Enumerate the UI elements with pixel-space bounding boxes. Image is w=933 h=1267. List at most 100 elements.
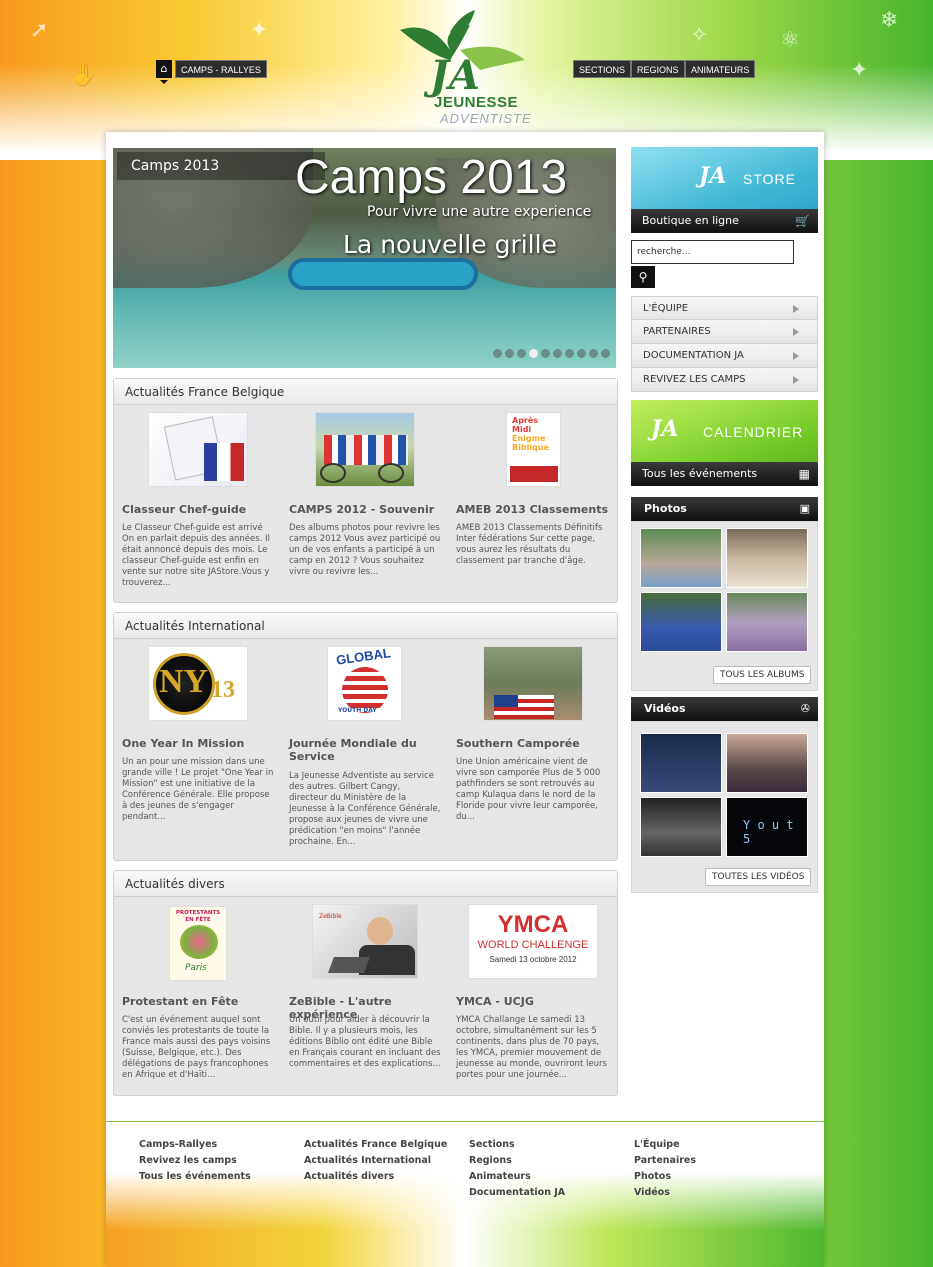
nav-regions[interactable]: REGIONS xyxy=(631,60,685,78)
sidebar-item-equipe[interactable]: L'ÉQUIPE xyxy=(631,296,818,320)
slider-title: Camps 2013 xyxy=(295,151,568,204)
star-doodle-icon: ✧ xyxy=(690,23,709,48)
article-image[interactable]: NY 13 xyxy=(148,646,248,721)
slider-dot[interactable] xyxy=(589,349,598,358)
article-title[interactable]: Protestant en Fête xyxy=(122,995,287,1008)
slider-dot[interactable] xyxy=(505,349,514,358)
calendar-bar[interactable]: Tous les événements ▦ xyxy=(631,462,818,486)
slider-subtitle: Pour vivre une autre experience xyxy=(367,204,592,220)
logo-line2: ADVENTISTE xyxy=(440,111,532,126)
article-image[interactable]: YMCA WORLD CHALLENGE Samedi 13 octobre 2… xyxy=(468,904,598,979)
footer-link[interactable]: Camps-Rallyes xyxy=(139,1137,251,1153)
slider-dot[interactable] xyxy=(601,349,610,358)
video-thumbnail[interactable] xyxy=(726,733,808,793)
article-title[interactable]: YMCA - UCJG xyxy=(456,995,621,1008)
sidebar-menu: L'ÉQUIPE PARTENAIRES DOCUMENTATION JA RE… xyxy=(631,296,818,392)
slider-dot[interactable] xyxy=(517,349,526,358)
photo-thumbnail[interactable] xyxy=(640,592,722,652)
star-doodle-icon: ✦ xyxy=(250,18,269,43)
footer: Camps-Rallyes Revivez les camps Tous les… xyxy=(106,1121,824,1267)
article-excerpt: Un an pour une mission dans une grande v… xyxy=(122,757,274,822)
store-mark: JA xyxy=(699,163,727,189)
footer-column: Actualités France Belgique Actualités In… xyxy=(304,1137,447,1185)
article-excerpt: Un outil pour aider à découvrir la Bible… xyxy=(289,1015,441,1069)
news-section-france-belgique: Actualités France Belgique Classeur Chef… xyxy=(113,378,618,603)
videos-header: Vidéos ✇ xyxy=(631,697,818,721)
site-logo[interactable]: JA JEUNESSE ADVENTISTE xyxy=(390,10,540,135)
star-doodle-icon: ✦ xyxy=(850,58,869,83)
nav-camps-rallyes[interactable]: CAMPS - RALLYES xyxy=(175,60,267,78)
article-title[interactable]: Southern Camporée xyxy=(456,737,621,750)
footer-link[interactable]: L'Équipe xyxy=(634,1137,696,1153)
sidebar-item-partenaires[interactable]: PARTENAIRES xyxy=(631,320,818,344)
hero-slider[interactable]: Camps 2013 Camps 2013 Pour vivre une aut… xyxy=(113,148,616,368)
slider-dot[interactable] xyxy=(529,349,538,358)
video-thumbnail[interactable]: Y o u t 5 xyxy=(726,797,808,857)
atom-doodle-icon: ⚛ xyxy=(780,28,800,53)
photo-thumbnail[interactable] xyxy=(640,528,722,588)
all-albums-button[interactable]: TOUS LES ALBUMS xyxy=(713,666,812,684)
article-excerpt: Des albums photos pour revivre les camps… xyxy=(289,523,441,577)
footer-link[interactable]: Animateurs xyxy=(469,1169,565,1185)
home-button[interactable]: ⌂ xyxy=(156,60,172,84)
footer-link[interactable]: Sections xyxy=(469,1137,565,1153)
sidebar-item-revivez-camps[interactable]: REVIVEZ LES CAMPS xyxy=(631,368,818,392)
article-image[interactable] xyxy=(148,412,248,487)
footer-link[interactable]: Regions xyxy=(469,1153,565,1169)
article-image[interactable] xyxy=(315,412,415,487)
slider-tagline: La nouvelle grille xyxy=(343,230,557,259)
section-title: Actualités International xyxy=(114,613,617,639)
slider-dot[interactable] xyxy=(493,349,502,358)
hand-doodle-icon: ✋ xyxy=(70,63,98,88)
cart-icon: 🛒 xyxy=(795,214,810,228)
article-excerpt: YMCA Challange Le samedi 13 octobre, sim… xyxy=(456,1015,607,1080)
search-input[interactable]: recherche... xyxy=(631,240,794,264)
footer-link[interactable]: Vidéos xyxy=(634,1185,696,1201)
calendar-icon: ▦ xyxy=(798,467,810,481)
nav-animateurs[interactable]: ANIMATEURS xyxy=(685,60,756,78)
section-title: Actualités divers xyxy=(114,871,617,897)
image-icon: ▣ xyxy=(799,502,810,515)
photo-thumbnail[interactable] xyxy=(726,528,808,588)
article-title[interactable]: Journée Mondiale du Service xyxy=(289,737,454,763)
all-videos-button[interactable]: TOUTES LES VIDÉOS xyxy=(705,868,812,886)
footer-link[interactable]: Documentation JA xyxy=(469,1185,565,1201)
video-thumbnail[interactable] xyxy=(640,733,722,793)
section-title: Actualités France Belgique xyxy=(114,379,617,405)
footer-link[interactable]: Actualités International xyxy=(304,1153,447,1169)
photo-thumbnail[interactable] xyxy=(726,592,808,652)
article-excerpt: Le Classeur Chef-guide est arrivé On en … xyxy=(122,523,270,588)
sidebar-item-documentation[interactable]: DOCUMENTATION JA xyxy=(631,344,818,368)
store-bar[interactable]: Boutique en ligne 🛒 xyxy=(631,209,818,233)
footer-column: Camps-Rallyes Revivez les camps Tous les… xyxy=(139,1137,251,1185)
article-image[interactable] xyxy=(483,646,583,721)
footer-column: L'Équipe Partenaires Photos Vidéos xyxy=(634,1137,696,1201)
slider-dot[interactable] xyxy=(565,349,574,358)
footer-link[interactable]: Tous les événements xyxy=(139,1169,251,1185)
footer-link[interactable]: Partenaires xyxy=(634,1153,696,1169)
article-title[interactable]: CAMPS 2012 - Souvenir xyxy=(289,503,454,516)
article-title[interactable]: Classeur Chef-guide xyxy=(122,503,287,516)
footer-link[interactable]: Photos xyxy=(634,1169,696,1185)
photos-box: TOUS LES ALBUMS xyxy=(631,521,818,691)
article-excerpt: AMEB 2013 Classements Définitifs Inter f… xyxy=(456,523,603,566)
footer-link[interactable]: Actualités divers xyxy=(304,1169,447,1185)
slider-dot[interactable] xyxy=(553,349,562,358)
calendar-banner[interactable]: JA CALENDRIER Tous les événements ▦ xyxy=(631,400,818,486)
video-thumbnail[interactable] xyxy=(640,797,722,857)
article-image[interactable]: Après Midi Enigme Biblique xyxy=(506,412,561,487)
footer-link[interactable]: Revivez les camps xyxy=(139,1153,251,1169)
search-button[interactable]: ⚲ xyxy=(631,266,655,288)
article-image[interactable]: ZeBible xyxy=(312,904,418,979)
article-image[interactable]: GLOBAL YOUTH DAY xyxy=(327,645,402,721)
slider-dot[interactable] xyxy=(577,349,586,358)
footer-link[interactable]: Actualités France Belgique xyxy=(304,1137,447,1153)
article-title[interactable]: AMEB 2013 Classements xyxy=(456,503,621,516)
article-excerpt: La Jeunesse Adventiste au service des au… xyxy=(289,771,441,847)
article-image[interactable]: PROTESTANTS EN FÊTE Paris xyxy=(169,906,227,981)
slider-dot[interactable] xyxy=(541,349,550,358)
nav-sections[interactable]: SECTIONS xyxy=(573,60,632,78)
article-title[interactable]: One Year In Mission xyxy=(122,737,287,750)
store-banner[interactable]: JA STORE Boutique en ligne 🛒 xyxy=(631,147,818,233)
logo-line1: JEUNESSE xyxy=(434,94,519,111)
